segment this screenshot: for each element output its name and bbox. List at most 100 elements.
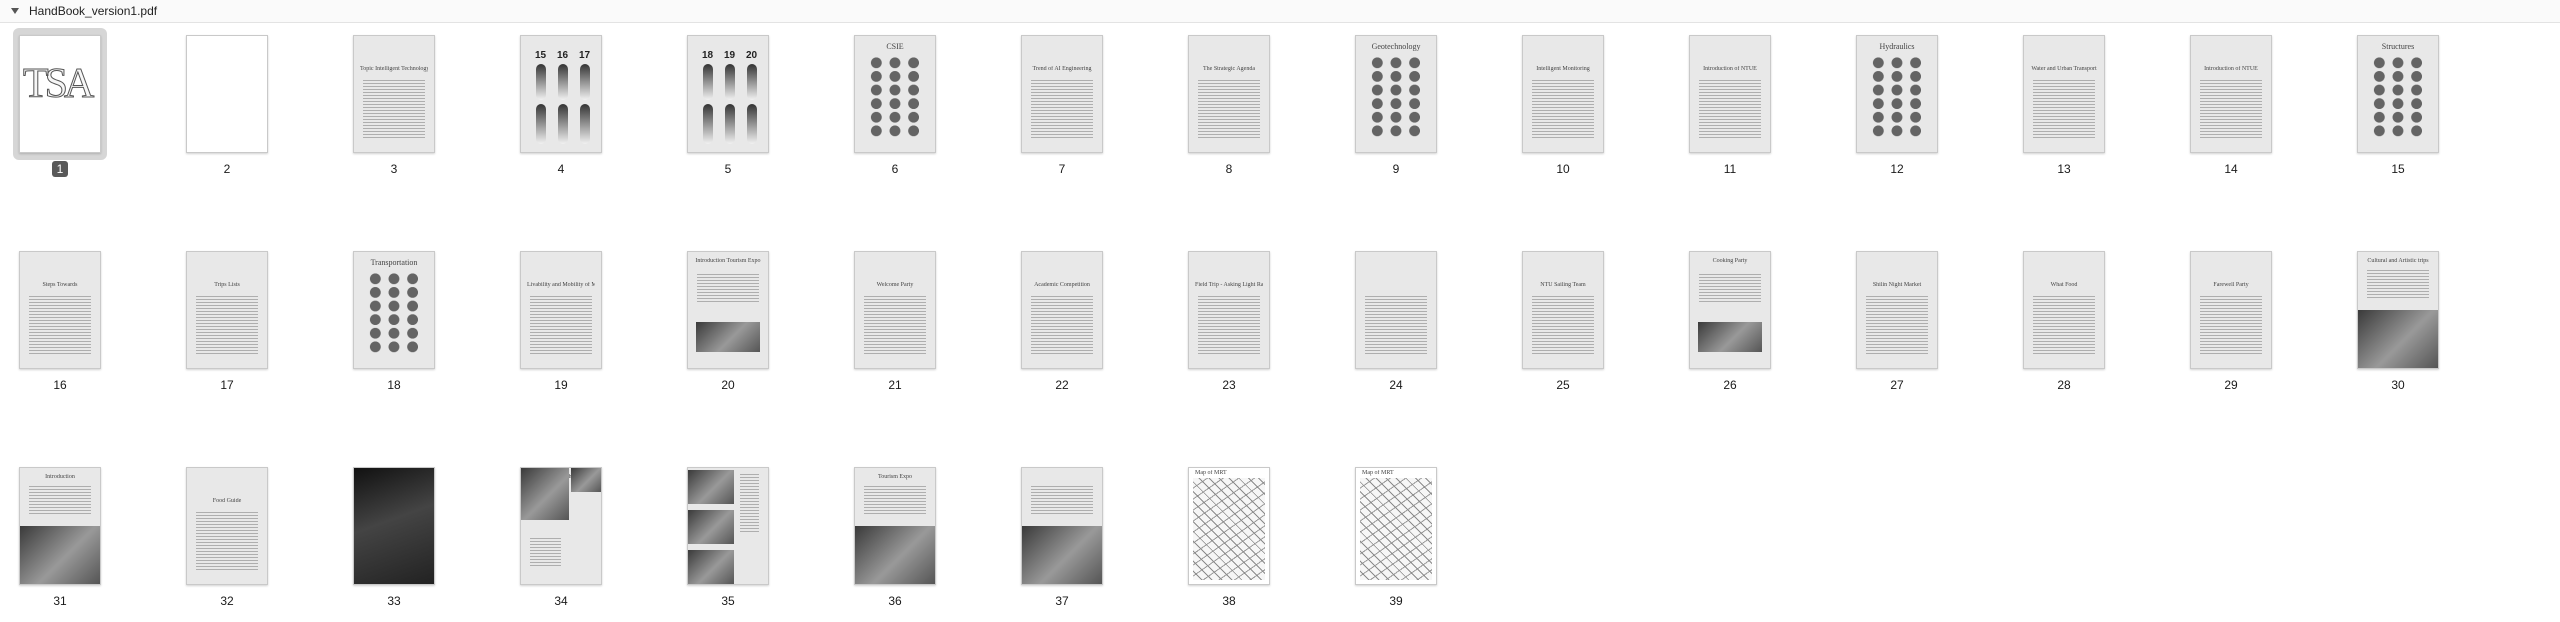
page-thumbnail[interactable]: Eating & Shops (520, 467, 602, 585)
page-thumbnail-cell[interactable]: 15 16 17 4 (511, 28, 611, 180)
page-thumbnail[interactable]: Intelligent Monitoring (1522, 35, 1604, 153)
page-thumbnail[interactable]: What Food (2023, 251, 2105, 369)
page-thumbnail-cell[interactable]: Farewell Party 29 (2181, 244, 2281, 396)
page-thumbnail[interactable]: 15 16 17 (520, 35, 602, 153)
page-thumbnail[interactable]: Field Trip - Asking Light Rail Transit (1188, 251, 1270, 369)
page-thumbnail[interactable]: 18 19 20 (687, 35, 769, 153)
page-thumbnail-cell[interactable]: Introduction of NTUE 11 (1680, 28, 1780, 180)
page-thumbnail-cell[interactable]: 24 (1346, 244, 1446, 396)
page-thumbnail-cell[interactable]: Introduction of NTUE 14 (2181, 28, 2281, 180)
text-block (1031, 296, 1093, 356)
page-thumbnail-cell[interactable]: 33 (344, 460, 444, 612)
page-thumbnail-cell[interactable]: Eating & Shops 34 (511, 460, 611, 612)
page-thumbnail-cell[interactable]: Shilin Night Market 27 (1847, 244, 1947, 396)
page-number-label: 15 (2348, 162, 2448, 176)
calendar-pill-graphic (536, 104, 546, 144)
page-thumbnail[interactable] (186, 35, 268, 153)
page-thumbnail[interactable] (687, 467, 769, 585)
page-photo (696, 322, 760, 352)
page-photo (521, 468, 569, 520)
page-thumbnail[interactable]: Trips Lists (186, 251, 268, 369)
page-number: 7 (1058, 162, 1066, 176)
page-thumbnail[interactable]: Food Guide (186, 467, 268, 585)
pill-day-label: 18 (702, 50, 714, 61)
page-number: 19 (554, 378, 568, 392)
page-thumbnail-cell[interactable]: Cultural and Artistic trips 30 (2348, 244, 2448, 396)
pill-day-label: 19 (724, 50, 736, 61)
page-thumbnail-cell[interactable]: Map of MRT 39 (1346, 460, 1446, 612)
page-number-label: 38 (1179, 594, 1279, 608)
page-thumbnail-cell[interactable]: CSIE 6 (845, 28, 945, 180)
page-thumbnail-cell[interactable]: Steps Towards 16 (10, 244, 110, 396)
page-thumbnail-cell[interactable]: Geotechnology 9 (1346, 28, 1446, 180)
page-thumbnail[interactable]: Introduction (19, 467, 101, 585)
calendar-pill-graphic (747, 104, 757, 144)
disclosure-triangle-icon[interactable] (9, 5, 21, 17)
page-thumbnail[interactable]: Geotechnology (1355, 35, 1437, 153)
page-number-label: 18 (344, 378, 444, 392)
thumbnail-title: Hydraulics (1879, 42, 1915, 51)
page-thumbnail[interactable]: Map of MRT (1188, 467, 1270, 585)
page-thumbnail[interactable]: Academic Competition (1021, 251, 1103, 369)
page-thumbnail[interactable]: Structures (2357, 35, 2439, 153)
page-thumbnail-cell[interactable]: 2 (177, 28, 277, 180)
page-thumbnail-cell[interactable]: Topic Intelligent Technology 3 (344, 28, 444, 180)
page-thumbnail-cell[interactable]: 37 (1012, 460, 1112, 612)
page-thumbnail[interactable]: TSA (19, 35, 101, 153)
page-number-label: 28 (2014, 378, 2114, 392)
page-thumbnail-cell[interactable]: Hydraulics 12 (1847, 28, 1947, 180)
page-thumbnail[interactable]: Farewell Party (2190, 251, 2272, 369)
page-thumbnail-cell[interactable]: Water and Urban Transport 13 (2014, 28, 2114, 180)
page-thumbnail[interactable] (1021, 467, 1103, 585)
page-thumbnail[interactable]: Trend of AI Engineering (1021, 35, 1103, 153)
page-thumbnail[interactable]: Welcome Party (854, 251, 936, 369)
page-thumbnail[interactable] (1355, 251, 1437, 369)
page-thumbnail-cell[interactable]: Transportation 18 (344, 244, 444, 396)
page-number-label: 33 (344, 594, 444, 608)
page-thumbnail[interactable]: Introduction Tourism Expo (687, 251, 769, 369)
page-thumbnail[interactable]: Transportation (353, 251, 435, 369)
page-thumbnail-cell[interactable]: Welcome Party 21 (845, 244, 945, 396)
page-thumbnail[interactable] (353, 467, 435, 585)
page-thumbnail[interactable]: Map of MRT (1355, 467, 1437, 585)
page-thumbnail-cell[interactable]: Trips Lists 17 (177, 244, 277, 396)
page-thumbnail[interactable]: Topic Intelligent Technology (353, 35, 435, 153)
page-thumbnail-cell[interactable]: Academic Competition 22 (1012, 244, 1112, 396)
thumbnail-title: Topic Intelligent Technology (360, 66, 428, 72)
page-thumbnail-cell[interactable]: The Strategic Agenda 8 (1179, 28, 1279, 180)
page-thumbnail-cell[interactable]: Tourism Expo 36 (845, 460, 945, 612)
page-thumbnail[interactable]: Tourism Expo (854, 467, 936, 585)
page-thumbnail-cell[interactable]: What Food 28 (2014, 244, 2114, 396)
page-thumbnail-cell[interactable]: 35 (678, 460, 778, 612)
page-thumbnail[interactable]: Hydraulics (1856, 35, 1938, 153)
page-thumbnail[interactable]: Steps Towards (19, 251, 101, 369)
page-thumbnail[interactable]: Cooking Party (1689, 251, 1771, 369)
page-thumbnail-cell[interactable]: Livability and Mobility of Metropolitan … (511, 244, 611, 396)
page-thumbnail[interactable]: Introduction of NTUE (1689, 35, 1771, 153)
page-thumbnail-cell[interactable]: Introduction Tourism Expo 20 (678, 244, 778, 396)
page-thumbnail[interactable]: NTU Sailing Team (1522, 251, 1604, 369)
page-thumbnail-cell[interactable]: 18 19 20 5 (678, 28, 778, 180)
page-number-label: 7 (1012, 162, 1112, 176)
page-thumbnail-cell[interactable]: Food Guide 32 (177, 460, 277, 612)
page-number: 15 (2391, 162, 2405, 176)
page-thumbnail-cell[interactable]: Map of MRT 38 (1179, 460, 1279, 612)
page-thumbnail[interactable]: Cultural and Artistic trips (2357, 251, 2439, 369)
page-thumbnail-cell[interactable]: Introduction 31 (10, 460, 110, 612)
page-thumbnail[interactable]: CSIE (854, 35, 936, 153)
page-thumbnail[interactable]: Introduction of NTUE (2190, 35, 2272, 153)
page-thumbnail[interactable]: The Strategic Agenda (1188, 35, 1270, 153)
page-thumbnail-cell[interactable]: Structures 15 (2348, 28, 2448, 180)
page-thumbnail[interactable]: Livability and Mobility of Metropolitan … (520, 251, 602, 369)
page-thumbnail-cell[interactable]: Cooking Party 26 (1680, 244, 1780, 396)
page-thumbnail-cell[interactable]: Intelligent Monitoring 10 (1513, 28, 1613, 180)
page-thumbnail[interactable]: Water and Urban Transport (2023, 35, 2105, 153)
page-thumbnail-cell[interactable]: NTU Sailing Team 25 (1513, 244, 1613, 396)
page-number: 31 (53, 594, 67, 608)
page-thumbnail[interactable]: Shilin Night Market (1856, 251, 1938, 369)
page-number-label: 37 (1012, 594, 1112, 608)
page-thumbnail-cell[interactable]: Field Trip - Asking Light Rail Transit 23 (1179, 244, 1279, 396)
page-number-label: 27 (1847, 378, 1947, 392)
page-thumbnail-cell[interactable]: Trend of AI Engineering 7 (1012, 28, 1112, 180)
page-thumbnail-cell[interactable]: TSA 1 (10, 28, 110, 180)
